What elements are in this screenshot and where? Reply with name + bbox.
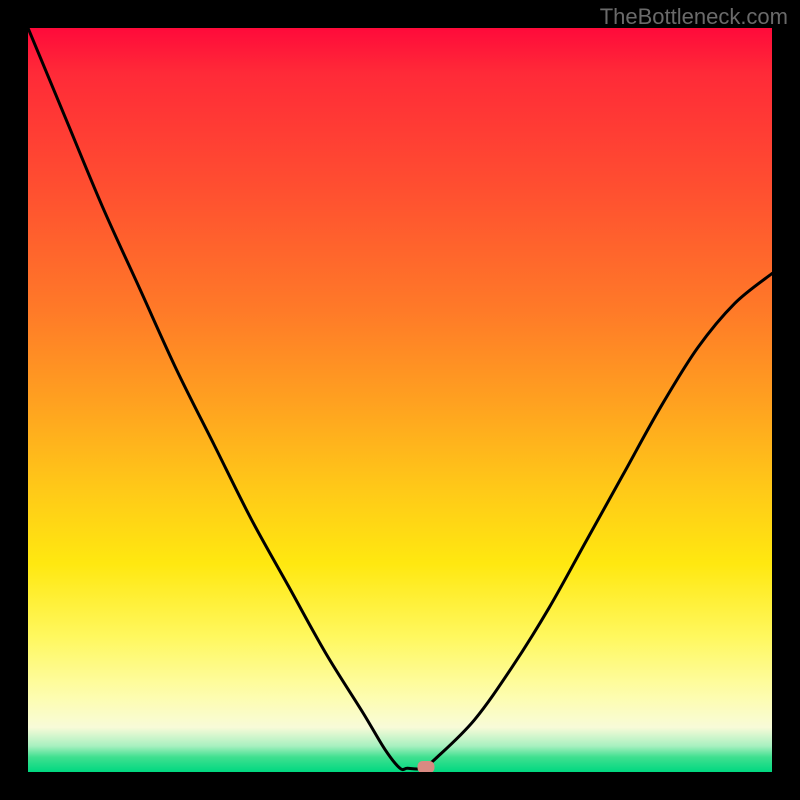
optimal-point-marker	[418, 761, 435, 772]
bottleneck-curve	[28, 28, 772, 772]
plot-area	[28, 28, 772, 772]
watermark-text: TheBottleneck.com	[600, 4, 788, 30]
chart-frame: TheBottleneck.com	[0, 0, 800, 800]
